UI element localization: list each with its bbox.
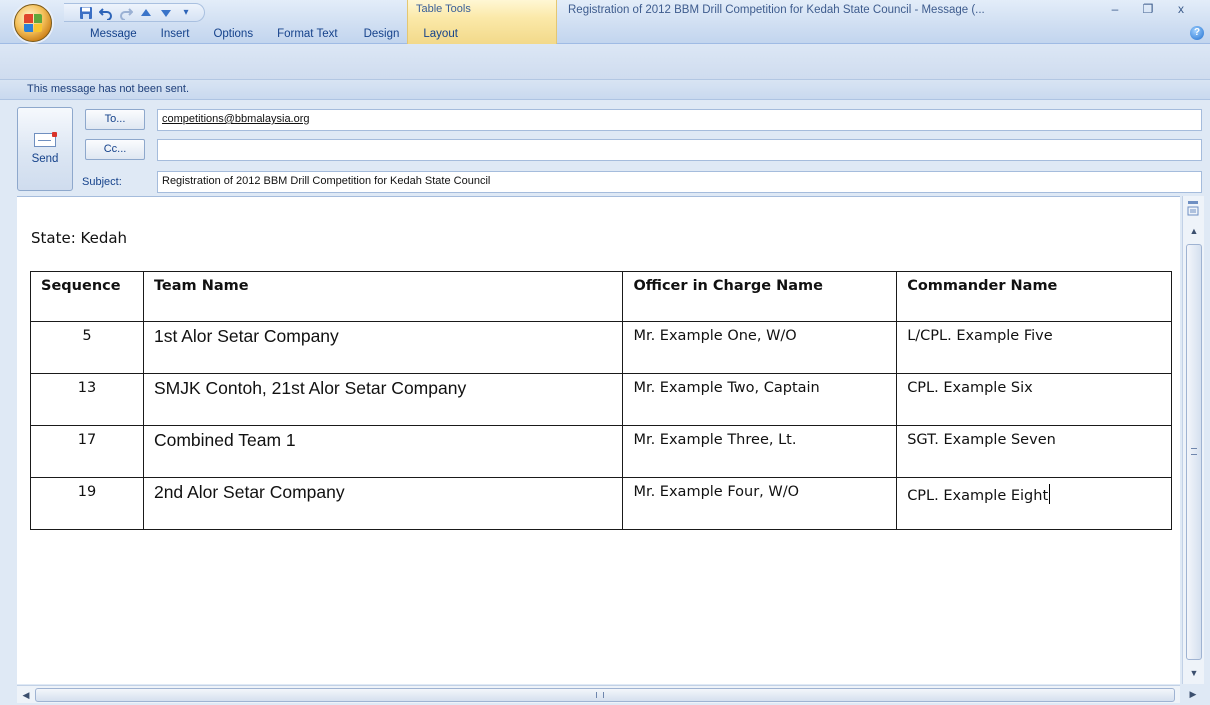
table-tools-label: Table Tools (416, 3, 471, 15)
horizontal-scroll-thumb[interactable] (35, 688, 1175, 702)
officer-text: Mr. Example Four, W/O (633, 484, 800, 500)
team-name-cell: SMJK Contoh, 21st Alor Setar Company (142, 373, 624, 426)
registration-table: Sequence Team Name Officer in Charge Nam… (30, 271, 1172, 530)
tab-insert[interactable]: Insert (149, 24, 202, 44)
team-name-cell: 1st Alor Setar Company (142, 321, 624, 374)
scroll-left-icon[interactable]: ◀ (19, 688, 33, 702)
tab-options[interactable]: Options (201, 24, 265, 44)
to-field[interactable]: competitions@bbmalaysia.org (157, 109, 1202, 131)
thumb-grip-icon (1191, 448, 1197, 455)
ribbon-tabs: Message Insert Options Format Text Desig… (78, 22, 470, 44)
send-label: Send (31, 153, 59, 165)
team-name-cell: Combined Team 1 (142, 425, 624, 478)
tab-layout[interactable]: Layout (411, 24, 470, 44)
previous-item-icon[interactable] (138, 5, 154, 21)
customize-qat-icon[interactable]: ▾ (178, 5, 194, 21)
scroll-up-icon[interactable]: ▲ (1187, 224, 1201, 238)
commander-text: CPL. Example Eight (907, 488, 1049, 504)
scroll-right-icon[interactable]: ▶ (1186, 687, 1200, 701)
vertical-scroll-thumb[interactable] (1186, 244, 1202, 660)
commander-cell[interactable]: CPL. Example Eight (896, 477, 1172, 530)
save-icon[interactable] (78, 5, 94, 21)
subject-label: Subject: (82, 176, 122, 188)
redo-icon[interactable] (118, 5, 134, 21)
sequence-cell: 17 (30, 425, 144, 478)
office-button[interactable] (14, 4, 52, 42)
notice-text: This message has not been sent. (27, 83, 190, 95)
sequence-cell: 5 (30, 321, 144, 374)
horizontal-scrollbar[interactable]: ◀ (17, 685, 1180, 703)
quick-access-toolbar: ▾ (64, 3, 205, 22)
minimize-button[interactable]: – (1100, 2, 1130, 20)
sequence-cell: 13 (30, 373, 144, 426)
next-item-icon[interactable] (158, 5, 174, 21)
column-header: Sequence (30, 271, 144, 322)
commander-cell: CPL. Example Six (896, 373, 1172, 426)
commander-cell: L/CPL. Example Five (896, 321, 1172, 374)
table-row: 5 1st Alor Setar Company Mr. Example One… (30, 321, 1172, 374)
not-sent-notice: This message has not been sent. (0, 80, 1210, 100)
sequence-cell: 19 (30, 477, 144, 530)
window-title: Registration of 2012 BBM Drill Competiti… (568, 4, 985, 16)
office-logo-icon (24, 14, 42, 32)
tab-message[interactable]: Message (78, 24, 149, 44)
team-name-cell: 2nd Alor Setar Company (142, 477, 624, 530)
restore-button[interactable]: ❐ (1133, 2, 1163, 20)
undo-icon[interactable] (98, 5, 114, 21)
subject-field[interactable]: Registration of 2012 BBM Drill Competiti… (157, 171, 1202, 193)
message-header: Send To... Cc... Subject: competitions@b… (0, 100, 1210, 195)
officer-cell: Mr. Example Two, Captain (622, 373, 898, 426)
table-row: 19 2nd Alor Setar Company Mr. Example Fo… (30, 477, 1172, 530)
send-button[interactable]: Send (17, 107, 73, 191)
envelope-icon (34, 132, 57, 147)
to-button[interactable]: To... (85, 109, 145, 130)
column-header: Commander Name (896, 271, 1172, 322)
title-bar: Table Tools ▾ Message Insert Options For… (0, 0, 1210, 44)
officer-cell: Mr. Example Three, Lt. (622, 425, 898, 478)
tab-design[interactable]: Design (352, 24, 412, 44)
view-ruler-icon[interactable] (1186, 200, 1200, 222)
table-row: 13 SMJK Contoh, 21st Alor Setar Company … (30, 373, 1172, 426)
vertical-scrollbar[interactable]: ▲ ▼ (1182, 196, 1204, 684)
text-caret (1049, 484, 1051, 504)
table-header-row: Sequence Team Name Officer in Charge Nam… (30, 271, 1172, 322)
message-body[interactable]: State: Kedah Sequence Team Name Officer … (17, 196, 1180, 684)
column-header: Team Name (142, 271, 624, 322)
scroll-down-icon[interactable]: ▼ (1187, 666, 1201, 680)
tab-format-text[interactable]: Format Text (265, 24, 350, 44)
commander-cell: SGT. Example Seven (896, 425, 1172, 478)
officer-cell: Mr. Example Four, W/O (622, 477, 898, 530)
ribbon-strip (0, 44, 1210, 80)
column-header: Officer in Charge Name (622, 271, 898, 322)
cc-button[interactable]: Cc... (85, 139, 145, 160)
help-icon[interactable]: ? (1190, 26, 1204, 40)
officer-cell: Mr. Example One, W/O (622, 321, 898, 374)
state-line: State: Kedah (31, 229, 128, 247)
thumb-grip-icon (596, 692, 604, 698)
close-button[interactable]: x (1166, 2, 1196, 20)
table-row: 17 Combined Team 1 Mr. Example Three, Lt… (30, 425, 1172, 478)
cc-field[interactable] (157, 139, 1202, 161)
